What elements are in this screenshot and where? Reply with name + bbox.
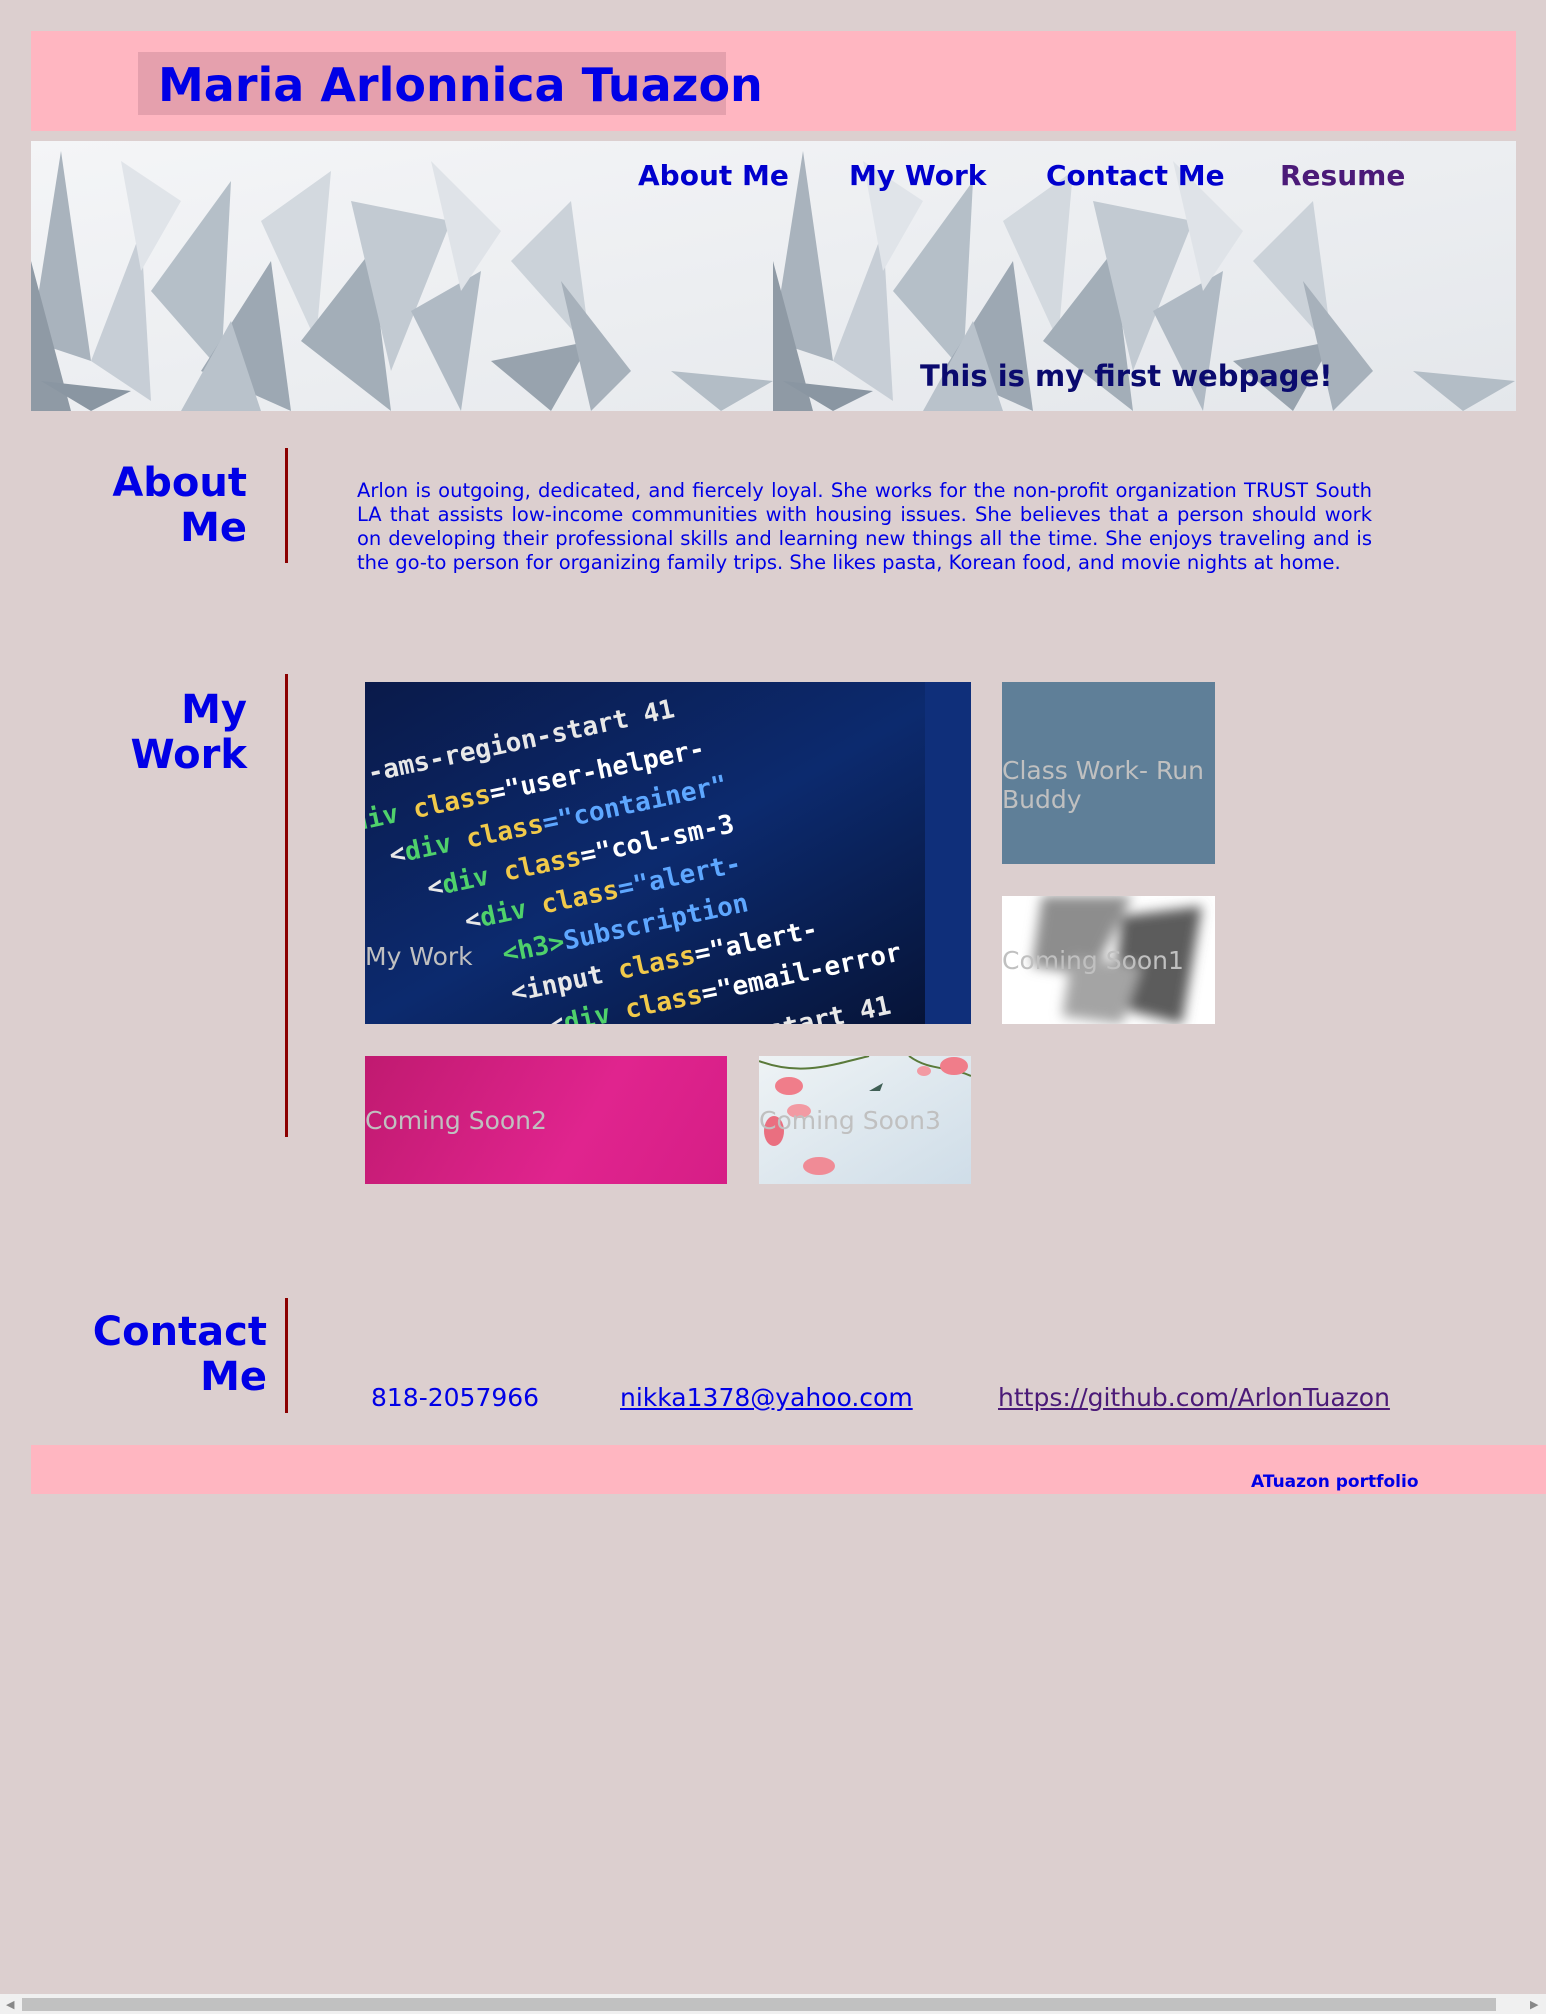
- scroll-right-arrow-icon[interactable]: ▶: [1530, 1998, 1538, 2011]
- contact-phone: 818-2057966: [371, 1383, 540, 1412]
- work-divider: [285, 674, 288, 1137]
- nav-resume[interactable]: Resume: [1280, 159, 1405, 192]
- work-heading: My Work: [60, 688, 247, 778]
- hero-tagline: This is my first webpage!: [920, 359, 1333, 393]
- scrollbar-thumb[interactable]: [22, 1998, 1496, 2011]
- nav-my-work[interactable]: My Work: [849, 159, 986, 192]
- site-title: Maria Arlonnica Tuazon: [158, 58, 763, 112]
- contact-heading-line1: Contact: [92, 1309, 267, 1355]
- scroll-left-arrow-icon[interactable]: ◀: [6, 1998, 14, 2011]
- about-heading: About Me: [60, 461, 247, 551]
- nav-contact-me[interactable]: Contact Me: [1046, 159, 1225, 192]
- work-tile-coming-soon-1[interactable]: Coming Soon1: [1002, 896, 1215, 1024]
- work-heading-line2: Work: [130, 732, 247, 778]
- about-heading-line2: Me: [180, 505, 247, 551]
- work-tile-my-work[interactable]: --ams-region-start 41 div class="user-he…: [365, 682, 971, 1024]
- name-box: Maria Arlonnica Tuazon: [138, 52, 763, 115]
- work-tile-label: Coming Soon3: [759, 1106, 941, 1135]
- site-footer: ATuazon portfolio: [31, 1445, 1546, 1494]
- work-heading-line1: My: [181, 687, 247, 733]
- about-divider: [285, 448, 288, 563]
- code-screenshot-image: --ams-region-start 41 div class="user-he…: [365, 682, 971, 1024]
- contact-email-link[interactable]: nikka1378@yahoo.com: [620, 1383, 913, 1412]
- work-tile-run-buddy[interactable]: Class Work- Run Buddy: [1002, 682, 1215, 864]
- work-tile-label: Class Work- Run Buddy: [1002, 756, 1204, 814]
- work-tile-label: Coming Soon1: [1002, 946, 1184, 975]
- nav-about-me[interactable]: About Me: [638, 159, 789, 192]
- work-tile-label: My Work: [365, 942, 473, 971]
- contact-github-link[interactable]: https://github.com/ArlonTuazon: [998, 1383, 1390, 1412]
- work-tile-coming-soon-2[interactable]: Coming Soon2: [365, 1056, 727, 1184]
- work-tile-coming-soon-3[interactable]: Coming Soon3: [759, 1056, 971, 1184]
- work-tile-label: Coming Soon2: [365, 1106, 547, 1135]
- contact-divider: [285, 1298, 288, 1413]
- hero-banner: About Me My Work Contact Me Resume This …: [31, 141, 1516, 411]
- about-text: Arlon is outgoing, dedicated, and fierce…: [357, 479, 1372, 574]
- horizontal-scrollbar[interactable]: ◀ ▶: [0, 1994, 1546, 2014]
- about-heading-line1: About: [112, 460, 247, 506]
- contact-heading-line2: Me: [200, 1354, 267, 1400]
- contact-heading: Contact Me: [60, 1310, 267, 1400]
- footer-text: ATuazon portfolio: [1251, 1472, 1419, 1492]
- site-header: Maria Arlonnica Tuazon: [31, 31, 1516, 131]
